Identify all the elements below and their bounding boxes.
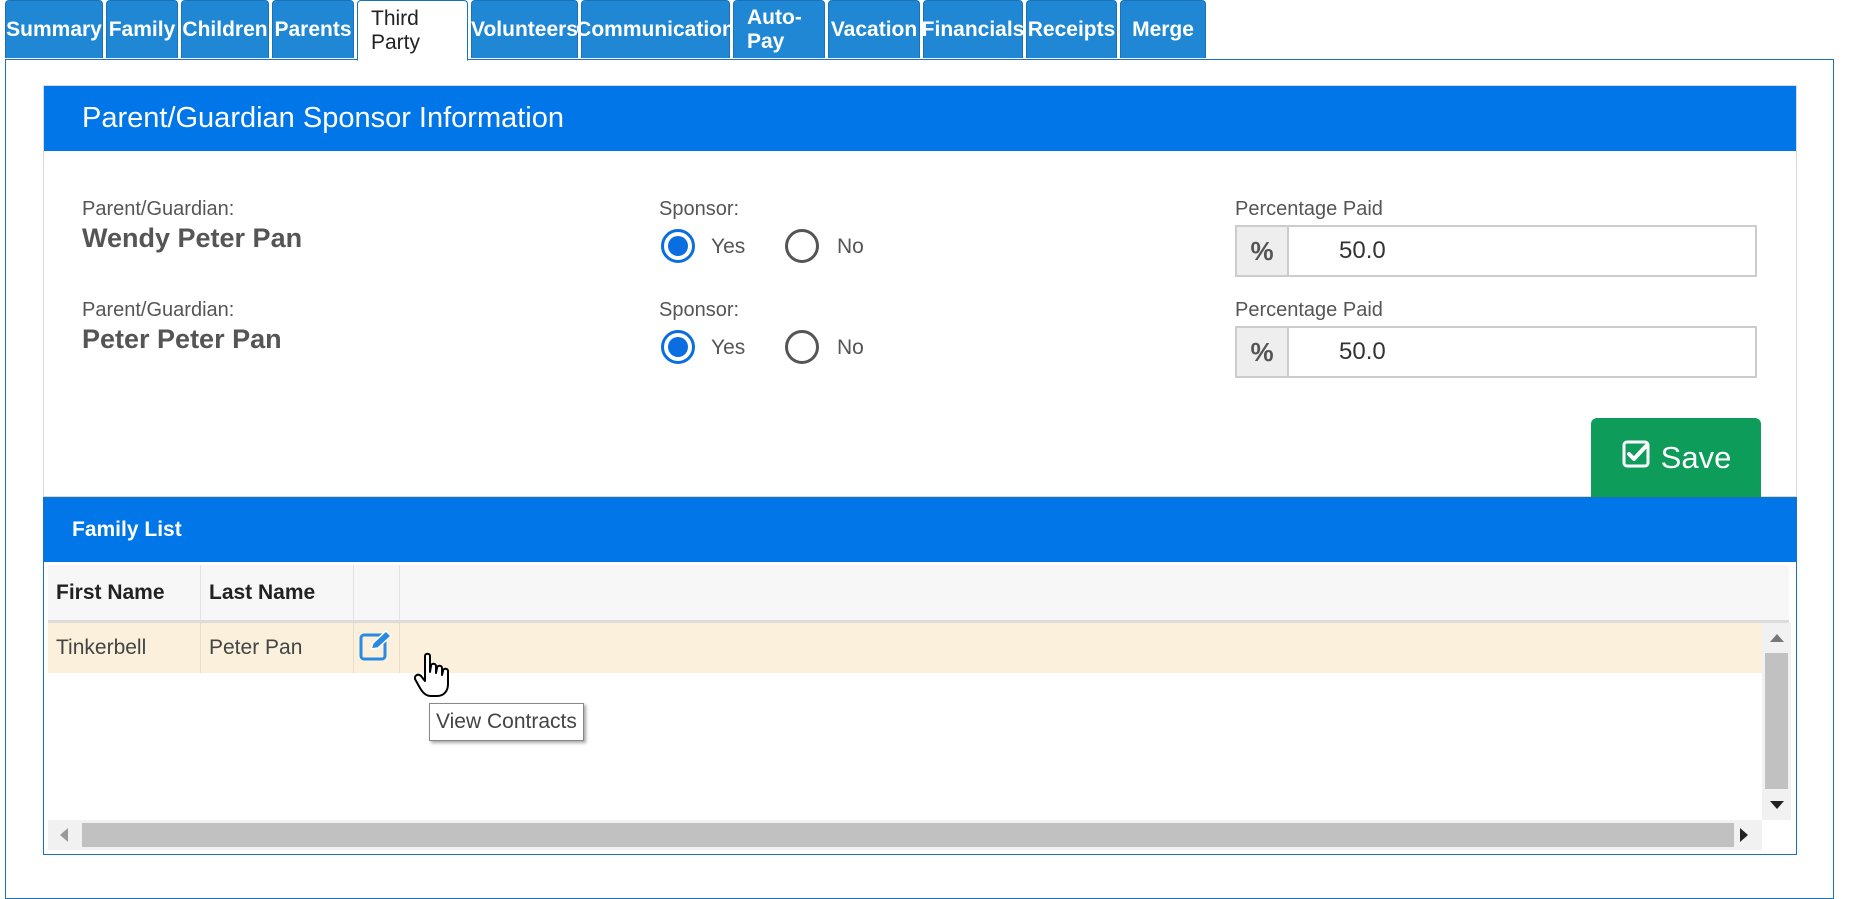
- tab-auto-pay[interactable]: Auto-Pay: [733, 0, 825, 58]
- save-button[interactable]: Save: [1591, 418, 1761, 498]
- tab-family[interactable]: Family: [106, 0, 178, 58]
- cell-actions: [354, 623, 400, 673]
- tab-vacation[interactable]: Vacation: [828, 0, 920, 58]
- percentage-paid-input[interactable]: [1289, 227, 1755, 275]
- sponsor-panel-title: Parent/Guardian Sponsor Information: [44, 86, 1796, 151]
- column-header-actions: [354, 565, 400, 620]
- tab-communication[interactable]: Communication: [576, 0, 735, 58]
- sponsor-label: Sponsor:: [659, 198, 740, 220]
- sponsor-yes-label: Yes: [711, 235, 746, 258]
- column-header-first-name[interactable]: First Name: [48, 565, 201, 620]
- tab-summary[interactable]: Summary: [5, 0, 103, 58]
- check-square-icon: [1621, 439, 1651, 477]
- tab-financials[interactable]: Financials: [922, 0, 1024, 58]
- sponsor-no-label: No: [837, 235, 864, 258]
- tab-bar: Summary Family Children Parents Third Pa…: [5, 0, 1206, 61]
- scroll-up-icon[interactable]: [1770, 634, 1784, 642]
- parent-guardian-label: Parent/Guardian:: [82, 299, 235, 321]
- parent-guardian-name: Wendy Peter Pan: [82, 223, 303, 253]
- percentage-paid-field: %: [1235, 326, 1757, 378]
- scroll-left-icon[interactable]: [60, 828, 68, 842]
- family-list-panel: Family List First Name Last Name Tinkerb…: [43, 497, 1797, 855]
- percentage-paid-field: %: [1235, 225, 1757, 277]
- tab-third-party[interactable]: Third Party: [357, 0, 468, 61]
- vertical-scroll-thumb[interactable]: [1765, 653, 1788, 789]
- tab-merge[interactable]: Merge: [1120, 0, 1206, 58]
- table-header: First Name Last Name: [48, 565, 1789, 623]
- scroll-right-icon[interactable]: [1740, 828, 1748, 842]
- parent-guardian-label: Parent/Guardian:: [82, 198, 235, 220]
- table-row[interactable]: Tinkerbell Peter Pan: [48, 623, 1762, 673]
- percentage-paid-input[interactable]: [1289, 328, 1755, 376]
- sponsor-panel: Parent/Guardian Sponsor Information Pare…: [43, 85, 1797, 497]
- family-list-title: Family List: [44, 498, 1796, 562]
- horizontal-scroll-thumb[interactable]: [82, 823, 1734, 847]
- sponsor-yes-radio[interactable]: [661, 229, 695, 263]
- tab-parents[interactable]: Parents: [272, 0, 354, 58]
- sponsor-yes-radio[interactable]: [661, 330, 695, 364]
- column-header-last-name[interactable]: Last Name: [201, 565, 354, 620]
- percentage-paid-label: Percentage Paid: [1235, 299, 1383, 321]
- sponsor-label: Sponsor:: [659, 299, 740, 321]
- save-button-label: Save: [1660, 440, 1732, 475]
- hand-pointer-icon: [413, 652, 450, 703]
- cell-last-name: Peter Pan: [201, 623, 354, 673]
- percentage-paid-label: Percentage Paid: [1235, 198, 1383, 220]
- parent-guardian-name: Peter Peter Pan: [82, 324, 282, 354]
- sponsor-no-label: No: [837, 336, 864, 359]
- sponsor-yes-label: Yes: [711, 336, 746, 359]
- sponsor-no-radio[interactable]: [785, 229, 819, 263]
- view-contracts-tooltip: View Contracts: [429, 703, 584, 741]
- percent-icon: %: [1237, 328, 1289, 376]
- vertical-scrollbar[interactable]: [1762, 623, 1791, 820]
- percent-icon: %: [1237, 227, 1289, 275]
- cell-first-name: Tinkerbell: [48, 623, 201, 673]
- tab-children[interactable]: Children: [181, 0, 269, 58]
- scroll-down-icon[interactable]: [1770, 801, 1784, 809]
- tab-receipts[interactable]: Receipts: [1026, 0, 1117, 58]
- tab-volunteers[interactable]: Volunteers: [471, 0, 578, 58]
- edit-icon[interactable]: [359, 629, 393, 667]
- horizontal-scrollbar[interactable]: [48, 820, 1762, 850]
- sponsor-no-radio[interactable]: [785, 330, 819, 364]
